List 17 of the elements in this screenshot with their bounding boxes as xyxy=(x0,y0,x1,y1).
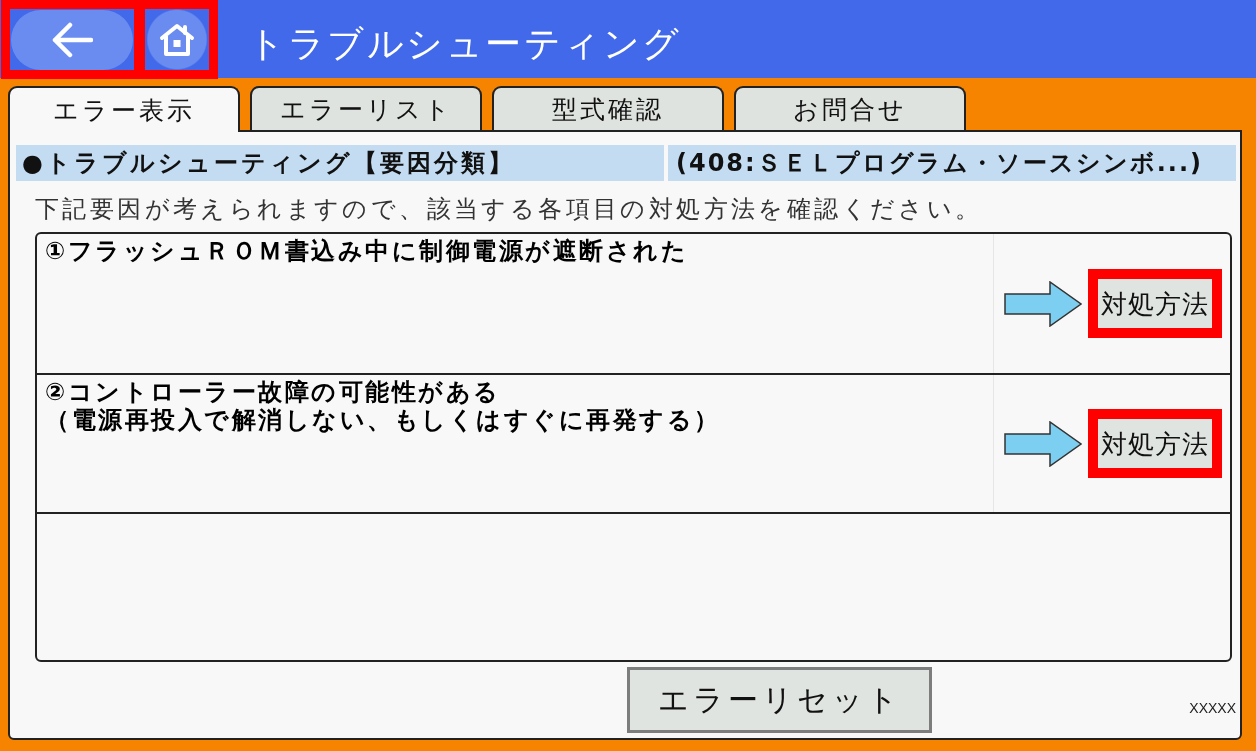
home-icon xyxy=(159,22,195,57)
arrow-icon xyxy=(1004,280,1082,327)
reset-button[interactable]: エラーリセット xyxy=(627,667,932,733)
screen-code: XXXXX xyxy=(1189,701,1236,715)
back-arrow-icon xyxy=(51,21,93,58)
tab[interactable]: お問合せ xyxy=(734,86,966,130)
error-name: (408:ＳＥＬプログラム・ソースシンボ...) xyxy=(668,145,1236,181)
screen-title: トラブルシューティング xyxy=(248,25,682,62)
instruction-text: 下記要因が考えられますので、該当する各項目の対処方法を確認ください。 xyxy=(35,194,984,225)
cause-text: （電源再投入で解消しない、もしくはすぐに再発する） xyxy=(45,406,721,434)
tab[interactable]: エラーリスト xyxy=(250,86,482,130)
section-heading: ●トラブルシューティング【要因分類】 xyxy=(16,145,664,181)
tab[interactable]: エラー表示 xyxy=(8,86,240,132)
cause-text: ②コントローラー故障の可能性がある xyxy=(45,378,501,406)
tab[interactable]: 型式確認 xyxy=(492,86,724,130)
cause-text: ①フラッシュＲＯＭ書込み中に制御電源が遮断された xyxy=(45,237,689,265)
arrow-icon xyxy=(1004,420,1082,467)
